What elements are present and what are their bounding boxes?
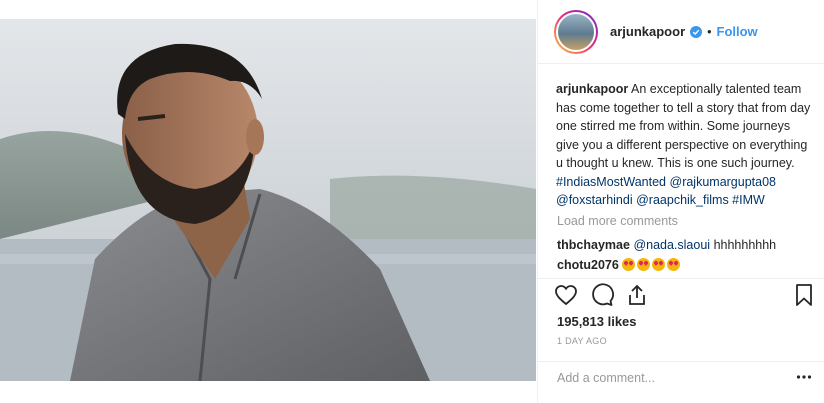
post-media <box>0 0 536 403</box>
verified-badge-icon <box>690 25 703 38</box>
mention-link[interactable]: @foxstarhindi <box>556 193 633 207</box>
post-side-panel: arjunkapoor • Follow arjunkapoor An exce… <box>537 0 824 403</box>
header-username[interactable]: arjunkapoor <box>610 24 685 39</box>
avatar[interactable] <box>556 11 596 52</box>
more-options-icon[interactable] <box>796 374 812 380</box>
caption-username[interactable]: arjunkapoor <box>556 82 628 96</box>
post-photo[interactable] <box>0 19 536 381</box>
heart-icon[interactable] <box>554 283 578 307</box>
post-timestamp[interactable]: 1 DAY AGO <box>557 336 607 346</box>
mention-link[interactable]: @nada.slaoui <box>633 238 710 252</box>
comment: thbchaymae @nada.slaoui hhhhhhhhh <box>557 238 776 252</box>
divider <box>538 278 824 279</box>
comment-text: hhhhhhhhh <box>713 238 777 252</box>
caption: arjunkapoor An exceptionally talented te… <box>556 80 814 210</box>
comment: chotu2076 <box>557 258 682 272</box>
header-separator: • <box>707 24 712 39</box>
likes-count[interactable]: 195,813 likes <box>557 314 637 329</box>
heart-eyes-emoji <box>652 258 666 271</box>
hashtag-link[interactable]: #IMW <box>732 193 765 207</box>
follow-button[interactable]: Follow <box>717 24 758 39</box>
load-more-comments-button[interactable]: Load more comments <box>557 214 678 228</box>
hashtag-link[interactable]: #IndiasMostWanted <box>556 175 666 189</box>
instagram-post: arjunkapoor • Follow arjunkapoor An exce… <box>0 0 824 403</box>
divider <box>538 361 824 362</box>
heart-eyes-emoji <box>637 258 651 271</box>
portrait-photo-illustration <box>0 19 536 381</box>
comment-username[interactable]: chotu2076 <box>557 258 619 272</box>
share-icon[interactable] <box>626 283 648 307</box>
mention-link[interactable]: @rajkumargupta08 <box>670 175 777 189</box>
post-header: arjunkapoor • Follow <box>538 0 824 64</box>
add-comment-input[interactable] <box>557 371 777 385</box>
mention-link[interactable]: @raapchik_films <box>636 193 729 207</box>
avatar-story-ring[interactable] <box>554 9 598 54</box>
heart-eyes-emoji <box>667 258 681 271</box>
comment-emojis <box>622 258 682 272</box>
comment-icon[interactable] <box>590 283 614 307</box>
bookmark-icon[interactable] <box>794 283 814 307</box>
comment-username[interactable]: thbchaymae <box>557 238 630 252</box>
post-actions <box>554 283 812 309</box>
heart-eyes-emoji <box>622 258 636 271</box>
